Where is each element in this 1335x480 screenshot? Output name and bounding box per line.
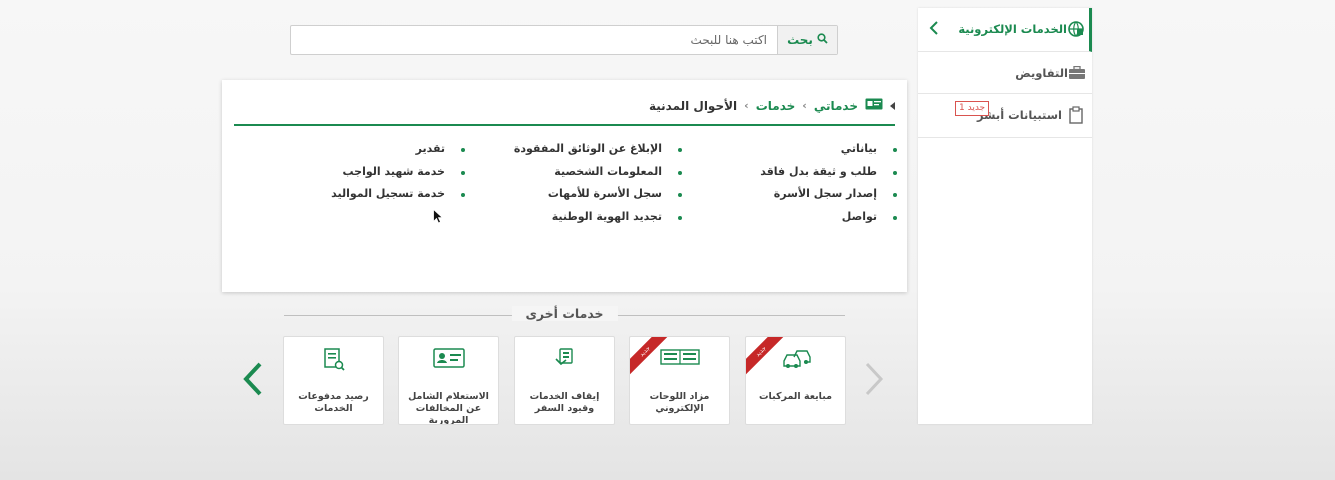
service-link-renew-national-id[interactable]: تجديد الهوية الوطنية (514, 210, 683, 233)
breadcrumb-my-services[interactable]: خدماتي (814, 99, 858, 113)
services-column-2: الإبلاغ عن الوثائق المفقودة المعلومات ال… (514, 142, 683, 233)
receipt-search-icon (284, 347, 383, 373)
other-services-title: خدمات أخرى (511, 306, 618, 321)
id-card-small-icon (865, 98, 883, 113)
breadcrumb-divider (234, 124, 895, 126)
sidebar-item-label: التفاويض (1015, 66, 1068, 80)
service-link-birth-registration[interactable]: خدمة تسجيل المواليد (331, 187, 465, 210)
service-card-payments-balance[interactable]: رصيد مدفوعات الخدمات (283, 336, 384, 425)
service-link-family-record-mothers[interactable]: سجل الأسرة للأمهات (514, 187, 683, 210)
service-card-label: إيقاف الخدمات وقيود السفر (529, 391, 600, 414)
sidebar: الخدمات الإلكترونية التفاويض استبيانات أ… (918, 8, 1092, 424)
search-icon (817, 33, 828, 47)
caret-icon (890, 99, 895, 113)
service-link-report-lost-documents[interactable]: الإبلاغ عن الوثائق المفقودة (514, 142, 683, 165)
breadcrumb: خدماتي › خدمات › الأحوال المدنية (649, 98, 895, 113)
service-link-personal-info[interactable]: المعلومات الشخصية (514, 165, 683, 188)
services-column-3: تقدير خدمة شهيد الواجب خدمة تسجيل الموال… (331, 142, 465, 210)
mouse-cursor-icon (433, 208, 444, 228)
civil-affairs-panel: خدماتي › خدمات › الأحوال المدنية بياناتي… (222, 80, 907, 292)
sidebar-header-label: الخدمات الإلكترونية (958, 22, 1067, 36)
service-link-my-data[interactable]: بياناتي (760, 142, 897, 165)
sidebar-item-surveys[interactable]: استبيانات أبشر جديد 1 (918, 94, 1092, 138)
service-card-traffic-violations[interactable]: الاستعلام الشامل عن المخالفات المرورية (398, 336, 499, 425)
search-bar: بحث (290, 25, 838, 55)
service-card-label: مبايعة المركبات (759, 391, 832, 402)
carousel-prev-arrow-icon[interactable] (241, 360, 265, 398)
breadcrumb-separator-icon: › (744, 99, 749, 112)
suspend-icon (515, 347, 614, 373)
service-link-contact[interactable]: تواصل (760, 210, 897, 233)
breadcrumb-separator-icon: › (802, 99, 807, 112)
breadcrumb-current: الأحوال المدنية (648, 98, 738, 113)
new-badge: جديد 1 (955, 101, 990, 116)
service-link-lost-document-replacement[interactable]: طلب و ثيقة بدل فاقد (760, 165, 897, 188)
briefcase-icon (1068, 65, 1086, 84)
service-card-label: مزاد اللوحات الإلكتروني (649, 391, 710, 414)
search-button[interactable]: بحث (777, 26, 837, 54)
service-card-plates-auction[interactable]: جديد مزاد اللوحات الإلكتروني (629, 336, 730, 425)
search-button-label: بحث (787, 33, 813, 47)
chevron-left-icon[interactable] (928, 20, 940, 40)
service-link-martyr-service[interactable]: خدمة شهيد الواجب (331, 165, 465, 188)
cars-icon (746, 347, 845, 373)
service-link-issue-family-record[interactable]: إصدار سجل الأسرة (760, 187, 897, 210)
service-link-appreciation[interactable]: تقدير (331, 142, 465, 165)
breadcrumb-services[interactable]: خدمات (756, 99, 796, 113)
other-services-heading: خدمات أخرى (284, 306, 845, 324)
sidebar-item-delegations[interactable]: التفاويض (918, 52, 1092, 94)
eservices-globe-icon (1067, 20, 1085, 42)
service-card-label: الاستعلام الشامل عن المخالفات المرورية (408, 391, 489, 425)
service-card-suspend-services[interactable]: إيقاف الخدمات وقيود السفر (514, 336, 615, 425)
id-card-icon (399, 347, 498, 373)
search-input[interactable] (291, 26, 777, 54)
plates-icon (630, 347, 729, 373)
service-card-vehicle-sale[interactable]: جديد مبايعة المركبات (745, 336, 846, 425)
carousel-next-arrow-icon[interactable] (862, 360, 886, 398)
services-column-1: بياناتي طلب و ثيقة بدل فاقد إصدار سجل ال… (760, 142, 897, 232)
service-card-label: رصيد مدفوعات الخدمات (298, 391, 369, 414)
sidebar-header-eservices[interactable]: الخدمات الإلكترونية (918, 8, 1092, 52)
sidebar-item-label: استبيانات أبشر (977, 108, 1062, 122)
clipboard-icon (1068, 106, 1084, 128)
